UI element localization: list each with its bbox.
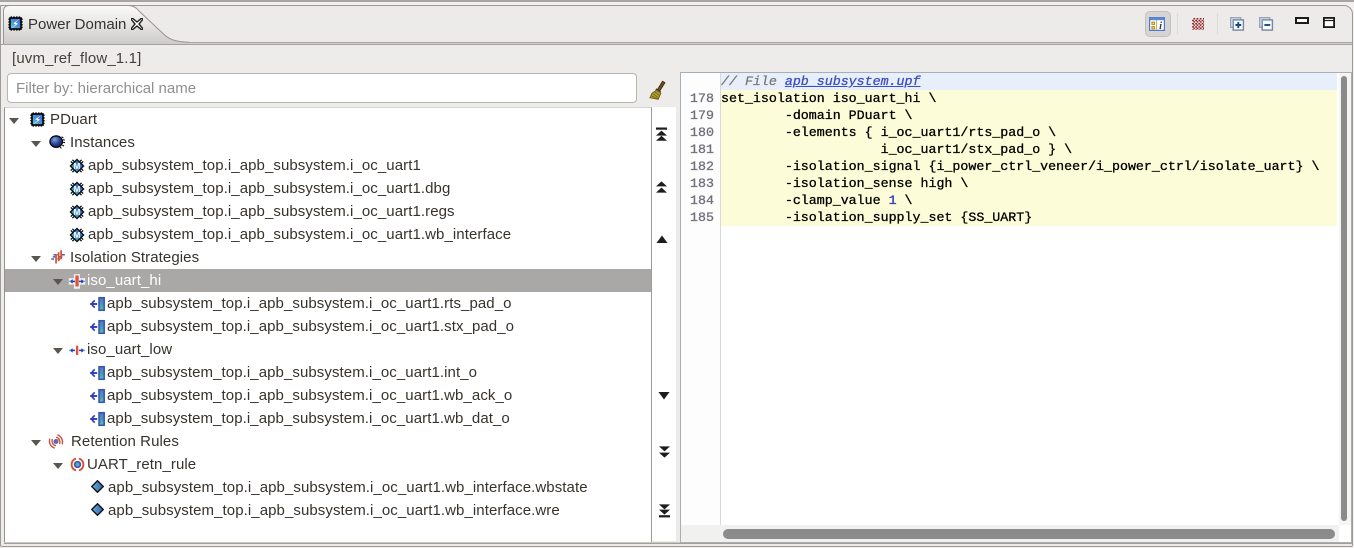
svg-text:i: i [1159, 21, 1162, 31]
svg-text:M: M [74, 185, 81, 194]
svg-text:M: M [74, 162, 81, 171]
svg-text:M: M [74, 208, 81, 217]
svg-text:M: M [74, 231, 81, 240]
